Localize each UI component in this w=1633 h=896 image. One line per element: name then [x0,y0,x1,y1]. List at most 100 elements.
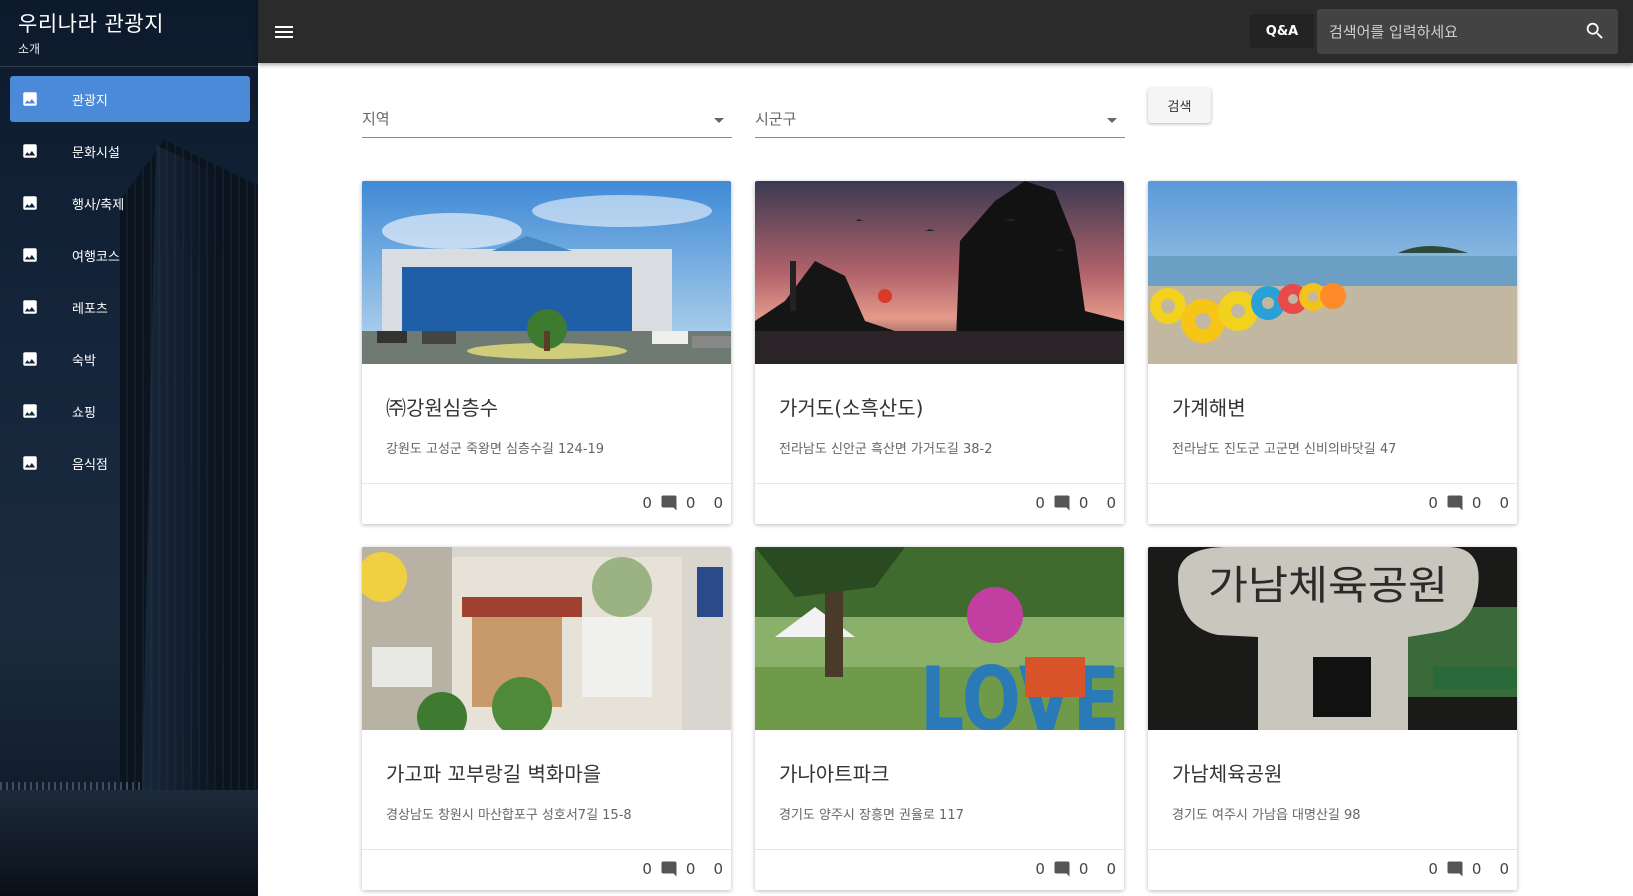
filter-search-button[interactable]: 검색 [1148,88,1211,123]
comment-icon[interactable] [1053,494,1071,512]
sidebar-nav: 관광지 문화시설 행사/축제 여행코스 레포츠 숙박 쇼핑 음식점 [0,76,258,492]
place-title: 가계해변 [1172,396,1246,420]
chevron-down-icon [714,118,724,123]
place-address: 전라남도 진도군 고군면 신비의바닷길 47 [1172,442,1397,457]
card-footer: 0 0 0 [1029,857,1116,881]
place-address: 강원도 고성군 죽왕면 심층수길 124-19 [386,442,605,457]
place-card[interactable]: 가남체육공원 가남체육공원 경기도 여주시 가남읍 대명산길 98 0 0 0 [1148,547,1517,890]
brand-title: 우리나라 관광지 [18,12,164,36]
place-card[interactable]: LOVE 가나아트파크 경기도 양주시 장흥면 권율로 117 0 0 0 [755,547,1124,890]
place-title: 가남체육공원 [1172,762,1283,786]
view-count: 0 [642,494,652,512]
sidebar-background-water [0,790,258,896]
card-footer: 0 0 0 [1422,857,1509,881]
image-icon [23,196,37,210]
sidebar-item-label: 관광지 [72,93,108,109]
view-count: 0 [1428,860,1438,878]
view-count: 0 [1428,494,1438,512]
place-address: 경기도 여주시 가남읍 대명산길 98 [1172,808,1361,823]
like-count: 0 [713,494,723,512]
comment-count: 0 [1471,860,1482,878]
place-card[interactable]: 가고파 꼬부랑길 벽화마을 경상남도 창원시 마산합포구 성호서7길 15-8 … [362,547,731,890]
like-count: 0 [1499,860,1509,878]
image-icon [23,352,37,366]
place-photo-drawing [755,181,1124,364]
place-photo [755,181,1124,364]
sidebar-item-festivals[interactable]: 행사/축제 [10,180,250,226]
place-address: 경기도 양주시 장흥면 권율로 117 [779,808,964,823]
place-title: 가거도(소흑산도) [779,396,924,420]
card-divider [755,483,1124,484]
place-card[interactable]: ㈜강원심층수 강원도 고성군 죽왕면 심층수길 124-19 0 0 0 [362,181,731,524]
comment-icon[interactable] [660,860,678,878]
image-icon [23,144,37,158]
district-select[interactable]: 시군구 [755,104,1125,138]
comment-count: 0 [685,494,696,512]
qa-button[interactable]: Q&A [1250,14,1314,48]
sidebar-item-shopping[interactable]: 쇼핑 [10,388,250,434]
sidebar-item-label: 음식점 [72,457,108,473]
comment-count: 0 [1078,860,1089,878]
district-select-label: 시군구 [755,110,797,128]
comment-count: 0 [685,860,696,878]
image-icon [23,456,37,470]
card-footer: 0 0 0 [636,857,723,881]
sidebar-item-label: 숙박 [72,353,96,369]
view-count: 0 [1035,860,1045,878]
like-count: 0 [1499,494,1509,512]
love-sculpture: LOVE [920,648,1120,730]
image-icon [23,248,37,262]
place-photo [362,181,731,364]
place-photo-drawing [1148,181,1517,364]
card-divider [755,849,1124,850]
sidebar: 우리나라 관광지 소개 관광지 문화시설 행사/축제 여행코스 레포츠 숙박 쇼… [0,0,258,896]
search-icon[interactable] [1584,20,1606,42]
place-title: 가나아트파크 [779,762,890,786]
comment-icon[interactable] [1446,494,1464,512]
comment-icon[interactable] [1053,860,1071,878]
card-footer: 0 0 0 [636,491,723,515]
place-photo: LOVE [755,547,1124,730]
sidebar-item-culture[interactable]: 문화시설 [10,128,250,174]
search-box [1317,9,1618,54]
menu-icon[interactable] [272,20,296,44]
sidebar-item-tourist-spots[interactable]: 관광지 [10,76,250,122]
search-input[interactable] [1329,9,1569,54]
chevron-down-icon [1107,118,1117,123]
card-divider [362,849,731,850]
place-address: 경상남도 창원시 마산합포구 성호서7길 15-8 [386,808,632,823]
place-photo-drawing: 가남체육공원 [1148,547,1517,730]
sidebar-divider [0,66,258,67]
sidebar-item-leisure-sports[interactable]: 레포츠 [10,284,250,330]
place-title: 가고파 꼬부랑길 벽화마을 [386,762,602,786]
image-icon [23,404,37,418]
sidebar-item-lodging[interactable]: 숙박 [10,336,250,382]
place-card[interactable]: 가계해변 전라남도 진도군 고군면 신비의바닷길 47 0 0 0 [1148,181,1517,524]
sidebar-item-label: 쇼핑 [72,405,96,421]
like-count: 0 [1106,494,1116,512]
like-count: 0 [713,860,723,878]
card-footer: 0 0 0 [1029,491,1116,515]
region-select-label: 지역 [362,110,390,128]
image-icon [23,300,37,314]
region-select[interactable]: 지역 [362,104,732,138]
place-photo-drawing [362,181,731,364]
place-title: ㈜강원심층수 [386,396,498,420]
brand[interactable]: 우리나라 관광지 소개 [18,8,164,57]
like-count: 0 [1106,860,1116,878]
card-divider [362,483,731,484]
card-footer: 0 0 0 [1422,491,1509,515]
sidebar-item-label: 행사/축제 [72,197,125,213]
comment-icon[interactable] [660,494,678,512]
park-sign-text: 가남체육공원 [1208,563,1448,609]
comment-icon[interactable] [1446,860,1464,878]
place-card[interactable]: 가거도(소흑산도) 전라남도 신안군 흑산면 가거도길 38-2 0 0 0 [755,181,1124,524]
view-count: 0 [1035,494,1045,512]
view-count: 0 [642,860,652,878]
sidebar-item-label: 레포츠 [72,301,108,317]
sidebar-item-travel-course[interactable]: 여행코스 [10,232,250,278]
sidebar-item-restaurants[interactable]: 음식점 [10,440,250,486]
comment-count: 0 [1078,494,1089,512]
place-photo-drawing: LOVE [755,547,1124,730]
top-app-bar: Q&A [258,0,1633,63]
